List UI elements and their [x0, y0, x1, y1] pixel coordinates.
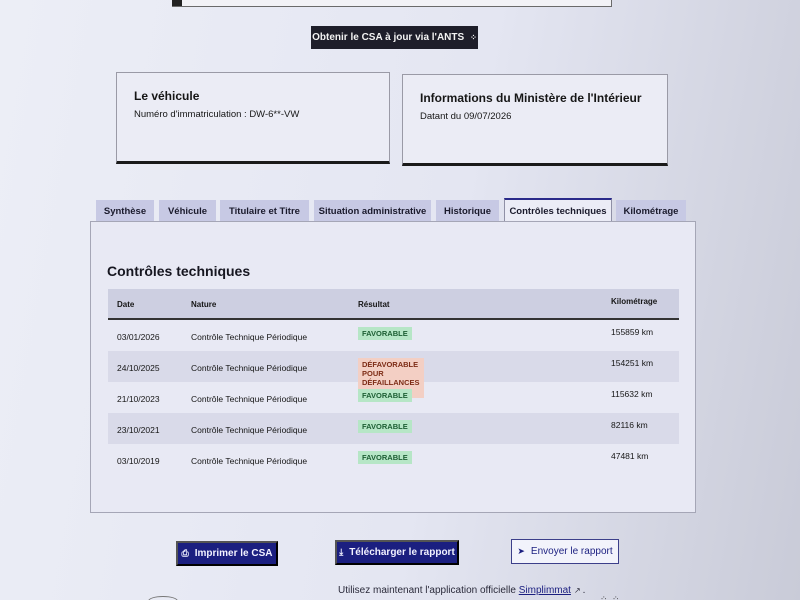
cell-nature: Contrôle Technique Périodique [191, 363, 308, 373]
result-badge-favorable: FAVORABLE [358, 327, 412, 340]
send-icon: ➤ [517, 546, 525, 556]
ants-csa-button[interactable]: Obtenir le CSA à jour via l'ANTS ⁘ [311, 26, 478, 49]
table-row: 21/10/2023 Contrôle Technique Périodique… [108, 382, 679, 413]
cell-km: 154251 km [611, 358, 654, 368]
table-row: 24/10/2025 Contrôle Technique Périodique… [108, 351, 679, 398]
table-row: 23/10/2021 Contrôle Technique Périodique… [108, 413, 679, 444]
col-kilometrage: Kilométrage [611, 297, 658, 306]
print-label: Imprimer le CSA [194, 548, 273, 559]
printer-icon: ⎙ [181, 548, 189, 558]
cell-km: 47481 km [611, 451, 649, 461]
col-resultat: Résultat [358, 300, 390, 309]
partial-footer-dots: ⁘ ⁘ [600, 594, 621, 600]
tab-titulaire[interactable]: Titulaire et Titre [220, 200, 309, 222]
tab-vehicule[interactable]: Véhicule [159, 200, 216, 222]
tab-controles-techniques[interactable]: Contrôles techniques [504, 198, 612, 222]
top-panel-corner [172, 0, 182, 6]
ministry-date: Datant du 09/07/2026 [420, 111, 512, 122]
footer-prefix: Utilisez maintenant l'application offici… [338, 585, 516, 596]
cell-km: 82116 km [611, 420, 648, 430]
vehicle-card: Le véhicule Numéro d'immatriculation : D… [116, 72, 390, 164]
footer-text: Utilisez maintenant l'application offici… [338, 585, 585, 596]
tab-panel: Contrôles techniques Date Nature Résulta… [90, 221, 696, 513]
tab-kilometrage[interactable]: Kilométrage [616, 200, 686, 222]
download-icon: ⤓ [339, 547, 344, 557]
simplimmat-link[interactable]: Simplimmat [519, 585, 571, 596]
cell-nature: Contrôle Technique Périodique [191, 332, 308, 342]
ministry-info-card: Informations du Ministère de l'Intérieur… [402, 74, 668, 166]
footer-tail: . [582, 585, 586, 596]
external-link-icon: ↗ [573, 586, 581, 595]
tab-synthese[interactable]: Synthèse [96, 200, 154, 222]
cell-date: 24/10/2025 [117, 363, 160, 373]
ants-button-label: Obtenir le CSA à jour via l'ANTS [312, 32, 465, 43]
sparkle-icon: ⁘ [470, 33, 477, 42]
send-label: Envoyer le rapport [530, 546, 613, 557]
table-header: Date Nature Résultat Kilométrage [108, 289, 679, 320]
col-nature: Nature [191, 300, 217, 309]
result-badge-favorable: FAVORABLE [358, 389, 412, 402]
print-csa-button[interactable]: ⎙ Imprimer le CSA [176, 541, 278, 566]
tab-historique[interactable]: Historique [436, 200, 499, 222]
cell-date: 21/10/2023 [117, 394, 160, 404]
cell-nature: Contrôle Technique Périodique [191, 394, 308, 404]
vehicle-card-title: Le véhicule [134, 89, 200, 103]
col-date: Date [117, 300, 135, 309]
table-row: 03/10/2019 Contrôle Technique Périodique… [108, 444, 679, 475]
result-badge-favorable: FAVORABLE [358, 451, 412, 464]
ministry-card-title: Informations du Ministère de l'Intérieur [420, 91, 642, 105]
send-report-button[interactable]: ➤ Envoyer le rapport [511, 539, 619, 564]
cell-nature: Contrôle Technique Périodique [191, 456, 308, 466]
cell-km: 115632 km [611, 389, 653, 399]
table-row: 03/01/2026 Contrôle Technique Périodique… [108, 320, 679, 351]
cell-km: 155859 km [611, 327, 654, 337]
tab-situation-administrative[interactable]: Situation administrative [314, 200, 431, 222]
cell-date: 03/10/2019 [117, 456, 160, 466]
download-label: Télécharger le rapport [349, 547, 455, 558]
inspections-table: Date Nature Résultat Kilométrage 03/01/2… [108, 289, 679, 475]
registration-number: Numéro d'immatriculation : DW-6**-VW [134, 109, 300, 120]
top-panel-edge [172, 0, 612, 7]
partial-logo [148, 596, 178, 600]
cell-date: 23/10/2021 [117, 425, 160, 435]
section-title: Contrôles techniques [107, 263, 251, 279]
download-report-button[interactable]: ⤓ Télécharger le rapport [335, 540, 459, 565]
cell-date: 03/01/2026 [117, 332, 160, 342]
result-badge-favorable: FAVORABLE [358, 420, 412, 433]
actions-bar: ⎙ Imprimer le CSA ⤓ Télécharger le rappo… [0, 539, 800, 571]
cell-nature: Contrôle Technique Périodique [191, 425, 308, 435]
